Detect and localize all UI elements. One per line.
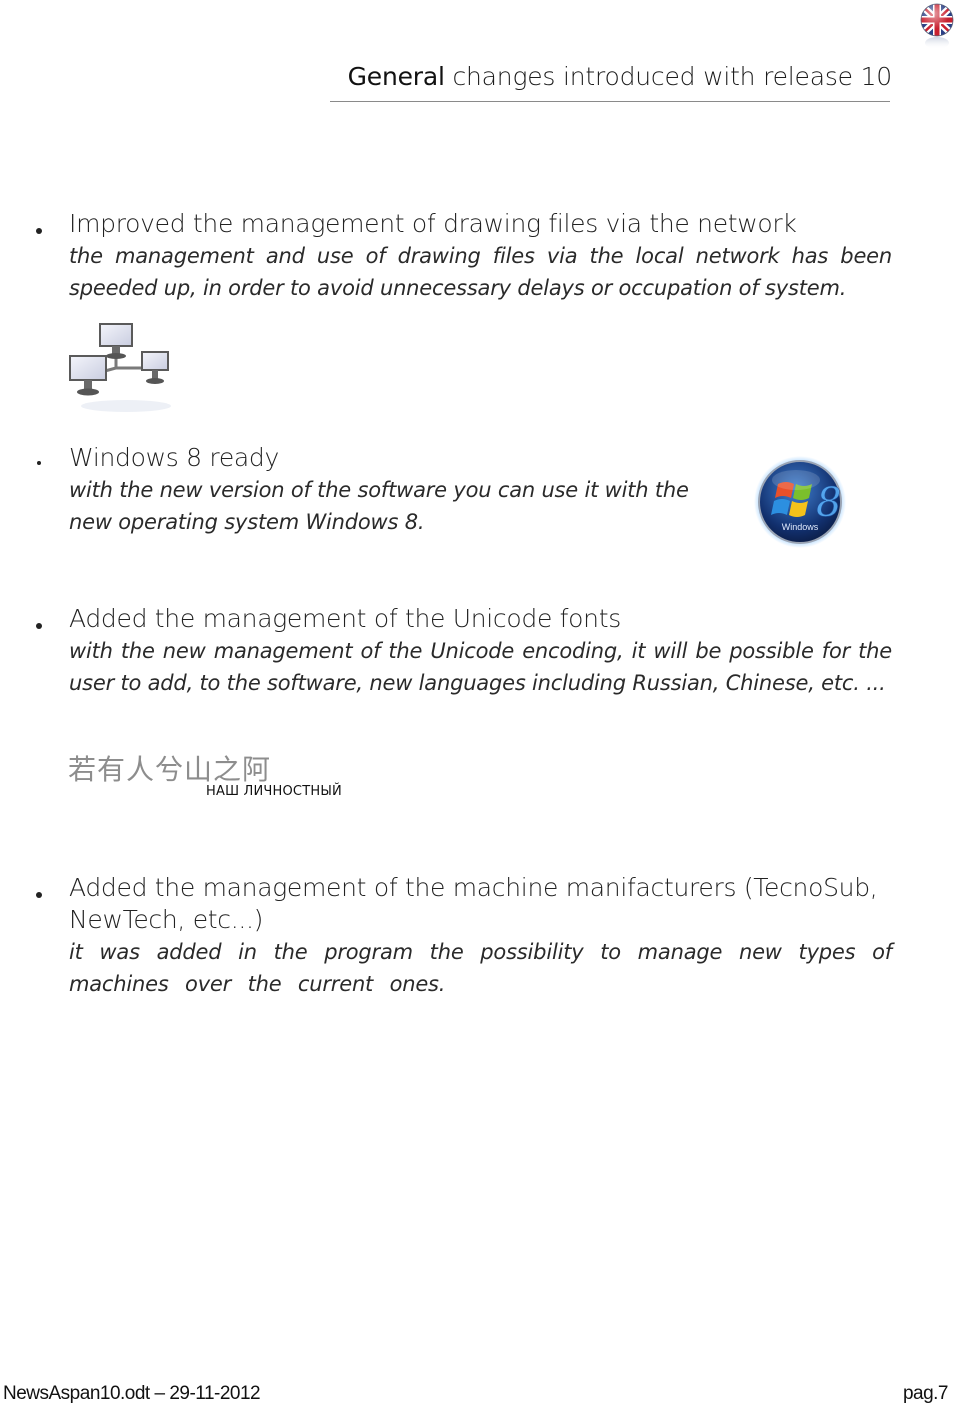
section-heading: Added the management of the Unicode font… [69,604,621,633]
bullet-icon [36,623,42,629]
section-heading: Windows 8 ready [69,443,279,472]
footer-page-number: pag.7 [902,1383,949,1404]
section-description: the management and use of drawing files … [69,244,892,300]
network-computers-image [66,318,186,414]
chinese-sample-text: 若有人兮山之阿 [68,753,272,786]
section-machine-manufacturers: Added the management of the machine mani… [32,872,892,1000]
section-description: with the new version of the software you… [69,478,689,534]
section-unicode: Added the management of the Unicode font… [32,603,892,699]
section-description: with the new management of the Unicode e… [69,639,892,695]
windows-logo-label: Windows [782,522,819,532]
title-divider [330,101,890,102]
bullet-icon [37,461,41,465]
bullet-icon [36,892,42,898]
footer-document-info: NewsAspan10.odt – 29-11-2012 [3,1383,261,1404]
uk-flag-icon [918,2,956,50]
windows-8-logo: 8 Windows [752,454,848,554]
section-network: Improved the management of drawing files… [32,208,892,304]
section-heading: Added the management of the machine mani… [69,873,878,934]
section-description: it was added in the program the possibil… [69,940,892,996]
unicode-sample-image: 若有人兮山之阿 НАШ ЛИЧНОСТНЫЙ [68,748,358,806]
bullet-icon [36,228,42,234]
page-title-rest: changes introduced with release 10 [444,62,892,91]
page-title-strong: General [347,62,445,91]
page-title: General changes introduced with release … [344,62,893,91]
svg-text:8: 8 [816,480,841,526]
russian-sample-text: НАШ ЛИЧНОСТНЫЙ [206,784,342,799]
section-windows8: Windows 8 ready with the new version of … [32,442,712,538]
section-heading: Improved the management of drawing files… [69,209,797,238]
